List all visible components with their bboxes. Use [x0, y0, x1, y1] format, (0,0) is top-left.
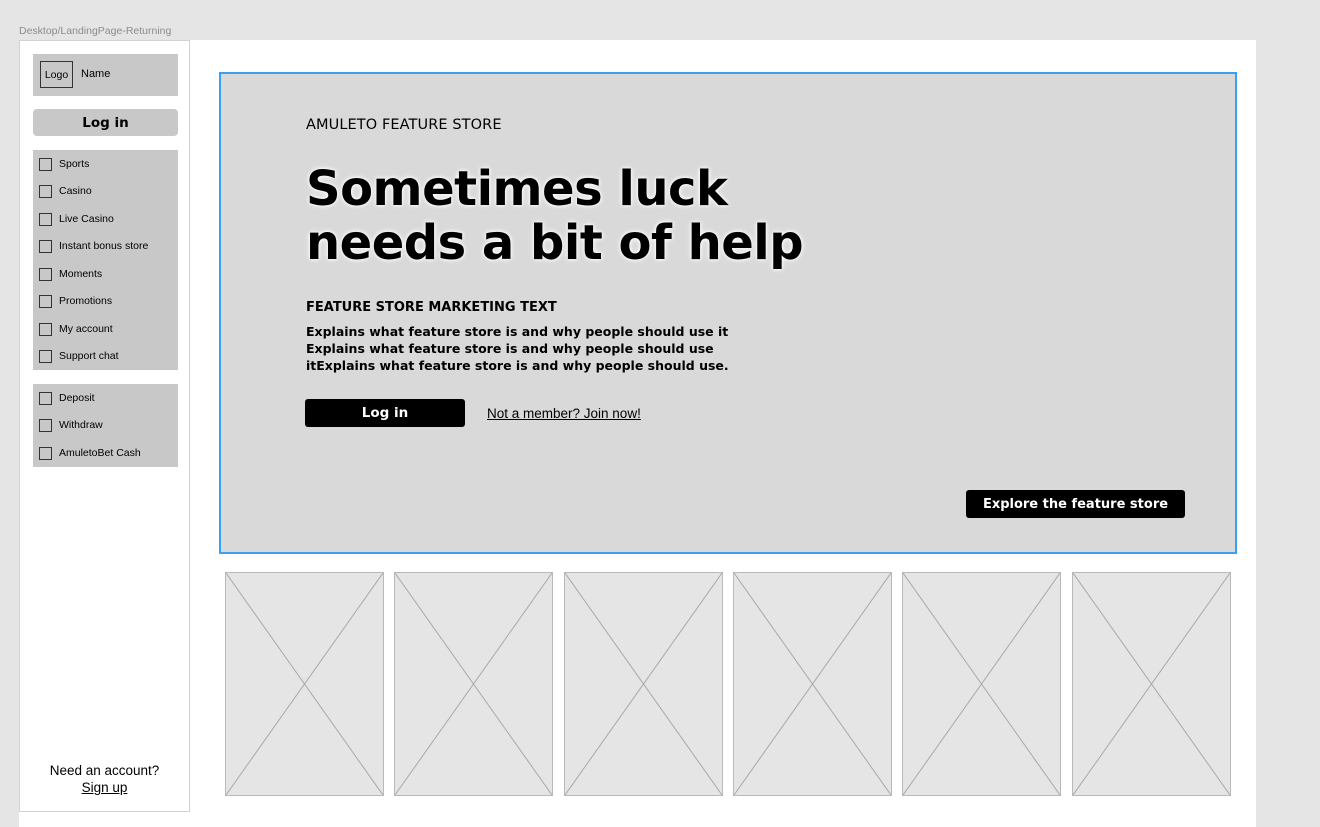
marketing-title: FEATURE STORE MARKETING TEXT	[306, 300, 557, 315]
wallet-nav: Deposit Withdraw AmuletoBet Cash	[33, 384, 178, 467]
sidebar-item-my-account[interactable]: My account	[39, 321, 113, 337]
promotions-icon	[39, 294, 52, 308]
game-card[interactable]	[394, 572, 553, 796]
sidebar-item-withdraw[interactable]: Withdraw	[39, 417, 103, 433]
sidebar-item-deposit[interactable]: Deposit	[39, 390, 95, 406]
sidebar-item-label: Sports	[59, 158, 90, 170]
signup-link[interactable]: Sign up	[20, 780, 189, 795]
moments-icon	[39, 267, 52, 281]
sidebar-item-moments[interactable]: Moments	[39, 266, 102, 282]
sidebar-item-label: Promotions	[59, 295, 113, 307]
sidebar-item-label: AmuletoBet Cash	[59, 447, 141, 459]
sidebar-item-label: Withdraw	[59, 419, 103, 431]
sidebar-item-support-chat[interactable]: Support chat	[39, 348, 119, 364]
sidebar-item-label: Live Casino	[59, 213, 114, 225]
sidebar-item-label: Moments	[59, 268, 103, 280]
sidebar-item-label: Instant bonus store	[59, 240, 149, 252]
explore-feature-store-button[interactable]: Explore the feature store	[966, 490, 1185, 518]
sidebar-login-button[interactable]: Log in	[33, 109, 178, 136]
hero-banner: AMULETO FEATURE STORE Sometimes luck nee…	[219, 72, 1237, 554]
hero-headline-line-2: needs a bit of help	[306, 215, 804, 271]
sidebar-item-promotions[interactable]: Promotions	[39, 293, 112, 309]
signup-prompt: Need an account?	[49, 763, 160, 778]
sidebar-item-live-casino[interactable]: Live Casino	[39, 211, 114, 227]
game-card[interactable]	[1072, 572, 1231, 796]
image-placeholder-icon	[226, 573, 383, 795]
page-canvas: Logo Name Log in Sports Casino Live Casi…	[19, 40, 1256, 827]
live-casino-icon	[39, 212, 52, 226]
game-card[interactable]	[733, 572, 892, 796]
sidebar-item-label: My account	[59, 323, 113, 335]
game-card[interactable]	[902, 572, 1061, 796]
sidebar: Logo Name Log in Sports Casino Live Casi…	[19, 40, 190, 812]
brand-block[interactable]: Logo Name	[33, 54, 178, 96]
sidebar-item-instant-bonus-store[interactable]: Instant bonus store	[39, 238, 148, 254]
image-placeholder-icon	[395, 573, 552, 795]
hero-eyebrow: AMULETO FEATURE STORE	[306, 117, 502, 133]
sidebar-item-casino[interactable]: Casino	[39, 183, 92, 199]
image-placeholder-icon	[903, 573, 1060, 795]
main-nav: Sports Casino Live Casino Instant bonus …	[33, 150, 178, 370]
logo-placeholder: Logo	[40, 61, 73, 88]
frame-label: Desktop/LandingPage-Returning	[19, 25, 172, 37]
game-card[interactable]	[225, 572, 384, 796]
cash-icon	[39, 446, 52, 460]
join-now-link[interactable]: Not a member? Join now!	[487, 406, 641, 421]
sidebar-item-sports[interactable]: Sports	[39, 156, 89, 172]
sidebar-item-amuletobet-cash[interactable]: AmuletoBet Cash	[39, 445, 141, 461]
image-placeholder-icon	[565, 573, 722, 795]
sidebar-item-label: Support chat	[59, 350, 119, 362]
withdraw-icon	[39, 418, 52, 432]
marketing-body: Explains what feature store is and why p…	[306, 324, 729, 373]
hero-headline: Sometimes luck needs a bit of help	[306, 161, 804, 271]
account-icon	[39, 322, 52, 336]
hero-login-button[interactable]: Log in	[305, 399, 465, 427]
sports-icon	[39, 157, 52, 171]
image-placeholder-icon	[1073, 573, 1230, 795]
game-card[interactable]	[564, 572, 723, 796]
sidebar-item-label: Deposit	[59, 392, 95, 404]
image-placeholder-icon	[734, 573, 891, 795]
sidebar-item-label: Casino	[59, 185, 92, 197]
deposit-icon	[39, 391, 52, 405]
casino-icon	[39, 184, 52, 198]
chat-icon	[39, 349, 52, 363]
hero-headline-line-1: Sometimes luck	[306, 161, 728, 217]
bonus-store-icon	[39, 239, 52, 253]
brand-name: Name	[81, 68, 111, 80]
